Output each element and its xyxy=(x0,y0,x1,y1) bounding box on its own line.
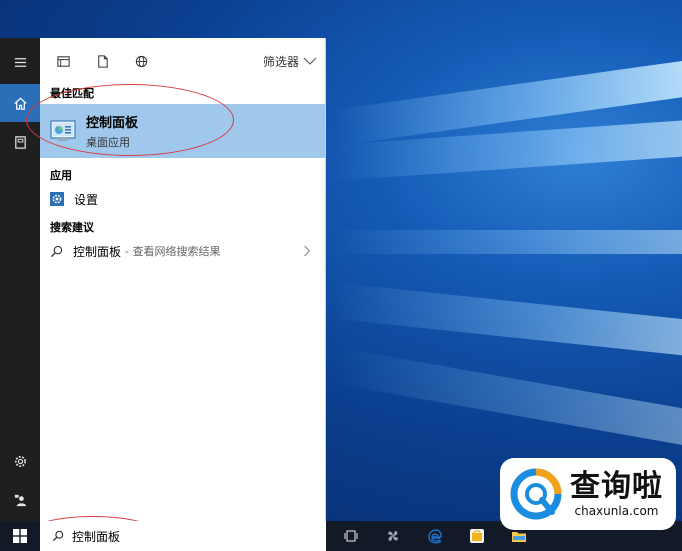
apps-heading: 应用 xyxy=(50,169,72,182)
filter-label: 筛选器 xyxy=(262,54,299,69)
watermark-url: chaxunla.com xyxy=(574,504,659,518)
app-item-settings[interactable]: 设置 xyxy=(40,184,325,214)
suggestion-query: 控制面板 xyxy=(73,244,122,259)
app-item-label: 设置 xyxy=(74,192,99,207)
filter-apps-button[interactable] xyxy=(48,46,78,76)
start-button[interactable] xyxy=(0,521,40,551)
feedback-icon xyxy=(14,494,26,506)
filter-dropdown[interactable]: 筛选器 xyxy=(263,53,317,70)
suggestion-item[interactable]: 控制面板 - 查看网络搜索结果 xyxy=(40,236,325,266)
settings-button[interactable] xyxy=(0,442,40,480)
watermark-text: 查询啦 xyxy=(570,469,663,504)
edge-browser-button[interactable] xyxy=(418,521,452,551)
best-match-title: 控制面板 xyxy=(86,116,139,131)
windows-logo-icon xyxy=(13,529,27,543)
suggestions-heading: 搜索建议 xyxy=(50,221,94,234)
notebook-icon xyxy=(14,135,26,149)
filter-web-button[interactable] xyxy=(126,46,156,76)
suggestion-sub: - 查看网络搜索结果 xyxy=(125,245,221,258)
home-icon xyxy=(13,97,27,110)
search-icon xyxy=(52,530,64,542)
notebook-button[interactable] xyxy=(0,123,40,161)
home-button[interactable] xyxy=(0,84,40,122)
pinwheel-icon xyxy=(388,531,398,541)
feedback-button[interactable] xyxy=(0,481,40,519)
chevron-right-icon[interactable] xyxy=(303,245,311,257)
search-results-panel: 筛选器 最佳匹配 控制面板 桌面应用 应用 设置 搜索建议 控制面板 - 查看网… xyxy=(40,38,326,521)
globe-icon xyxy=(135,55,147,67)
best-match-heading: 最佳匹配 xyxy=(50,87,94,100)
edge-icon xyxy=(428,529,442,544)
search-icon xyxy=(50,245,63,257)
watermark-logo-icon xyxy=(510,468,562,520)
filter-bar: 筛选器 xyxy=(40,38,325,84)
store-app-button[interactable] xyxy=(460,521,494,551)
task-view-icon xyxy=(344,530,358,542)
file-explorer-icon xyxy=(512,532,526,542)
store-icon xyxy=(470,529,484,543)
pinwheel-app-button[interactable] xyxy=(376,521,410,551)
best-match-item[interactable]: 控制面板 桌面应用 xyxy=(40,104,325,158)
document-icon xyxy=(97,54,108,68)
control-panel-icon xyxy=(50,120,76,141)
search-input[interactable] xyxy=(72,529,272,543)
start-rail xyxy=(0,38,40,521)
menu-icon xyxy=(14,57,26,67)
settings-icon xyxy=(14,455,26,467)
best-match-subtitle: 桌面应用 xyxy=(86,136,130,149)
taskbar-search-box[interactable] xyxy=(40,521,326,551)
filter-documents-button[interactable] xyxy=(87,46,117,76)
watermark: 查询啦 chaxunla.com xyxy=(500,458,676,530)
menu-button[interactable] xyxy=(0,43,40,81)
task-view-button[interactable] xyxy=(334,521,368,551)
apps-filter-icon xyxy=(56,55,70,67)
chevron-down-icon xyxy=(303,57,317,65)
gear-icon xyxy=(50,192,64,206)
